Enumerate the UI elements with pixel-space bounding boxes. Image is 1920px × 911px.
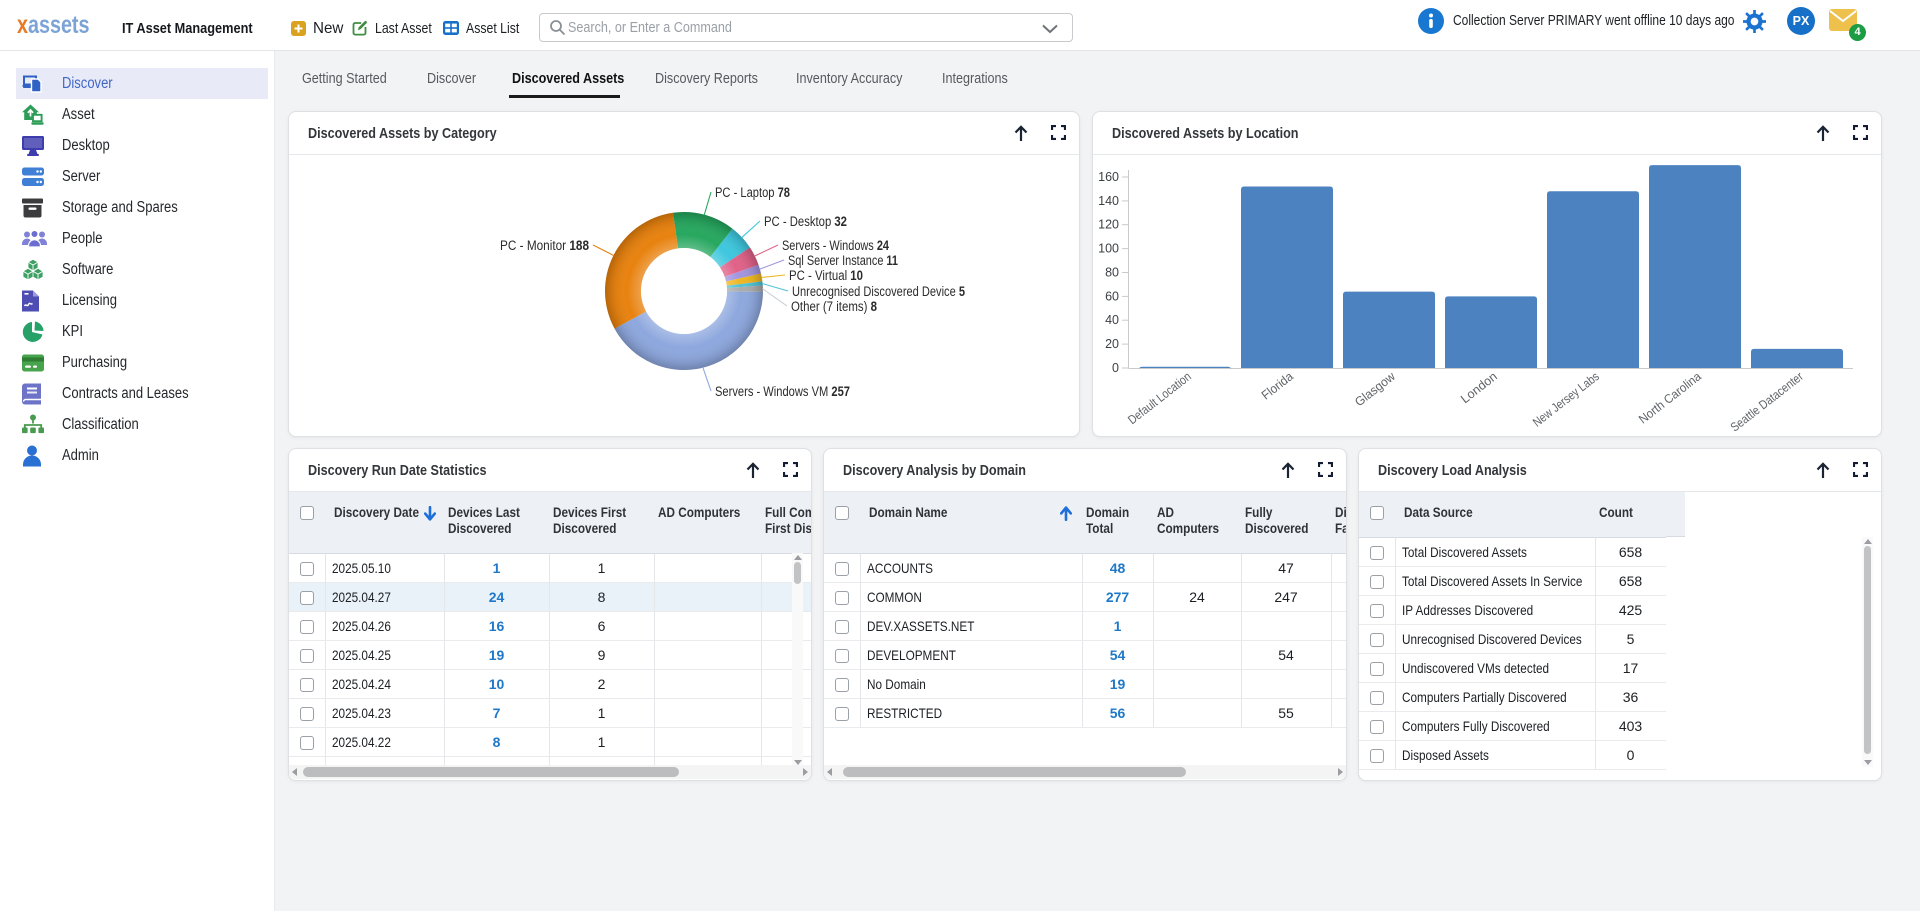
svg-text:60: 60 [1105,289,1119,303]
svg-text:PC - Desktop 32: PC - Desktop 32 [764,214,847,229]
svg-text:160: 160 [1098,170,1119,184]
svg-text:40: 40 [1105,313,1119,327]
svg-text:Glasgow: Glasgow [1352,369,1398,410]
svg-text:Servers - Windows 24: Servers - Windows 24 [782,238,889,253]
svg-text:0: 0 [1112,361,1119,375]
svg-text:Other (7 items) 8: Other (7 items) 8 [791,299,877,314]
svg-text:New Jersey Labs: New Jersey Labs [1530,369,1602,429]
svg-text:London: London [1458,369,1500,406]
svg-text:Seattle Datacenter: Seattle Datacenter [1728,369,1806,434]
svg-text:140: 140 [1098,194,1119,208]
svg-text:North Carolina: North Carolina [1636,369,1704,426]
svg-text:Florida: Florida [1259,369,1296,402]
svg-text:PC - Virtual 10: PC - Virtual 10 [789,268,863,283]
svg-text:120: 120 [1098,218,1119,232]
svg-text:20: 20 [1105,337,1119,351]
svg-text:Servers - Windows VM 257: Servers - Windows VM 257 [715,384,850,399]
svg-text:Unrecognised Discovered Device: Unrecognised Discovered Device 5 [792,284,965,299]
svg-text:PC - Laptop 78: PC - Laptop 78 [715,185,790,200]
svg-text:Sql Server Instance 11: Sql Server Instance 11 [788,253,898,268]
svg-text:80: 80 [1105,266,1119,280]
svg-text:PC - Monitor 188: PC - Monitor 188 [500,238,589,253]
svg-text:100: 100 [1098,242,1119,256]
svg-text:Default Location: Default Location [1125,369,1194,427]
